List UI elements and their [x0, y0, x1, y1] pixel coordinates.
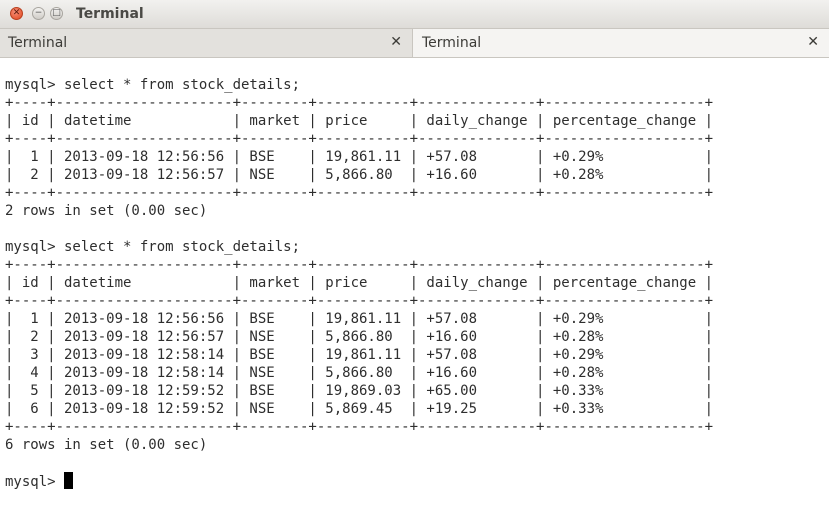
minimize-icon: −	[34, 8, 43, 18]
tab-terminal-2[interactable]: Terminal ✕	[413, 29, 829, 57]
text-cursor	[64, 472, 74, 489]
terminal-prompt: mysql>	[5, 474, 65, 490]
tab-terminal-1[interactable]: Terminal ✕	[0, 29, 413, 57]
window-title: Terminal	[76, 6, 144, 22]
tab-close-icon[interactable]: ✕	[390, 34, 402, 50]
tab-label: Terminal	[422, 35, 482, 51]
tab-label: Terminal	[8, 35, 68, 51]
terminal-area[interactable]: mysql> select * from stock_details; +---…	[0, 58, 829, 531]
close-icon: ✕	[12, 8, 21, 18]
window-maximize-button[interactable]: □	[50, 7, 63, 20]
window-close-button[interactable]: ✕	[10, 7, 23, 20]
title-bar: ✕ − □ Terminal	[0, 0, 829, 29]
terminal-output-text: mysql> select * from stock_details; +---…	[5, 77, 714, 453]
maximize-icon: □	[52, 8, 61, 18]
tab-close-icon[interactable]: ✕	[807, 34, 819, 50]
window-minimize-button[interactable]: −	[32, 7, 45, 20]
terminal-output: mysql> select * from stock_details; +---…	[5, 76, 713, 491]
tab-bar: Terminal ✕ Terminal ✕	[0, 29, 829, 58]
terminal-window: ✕ − □ Terminal Terminal ✕ Terminal ✕ mys…	[0, 0, 829, 531]
